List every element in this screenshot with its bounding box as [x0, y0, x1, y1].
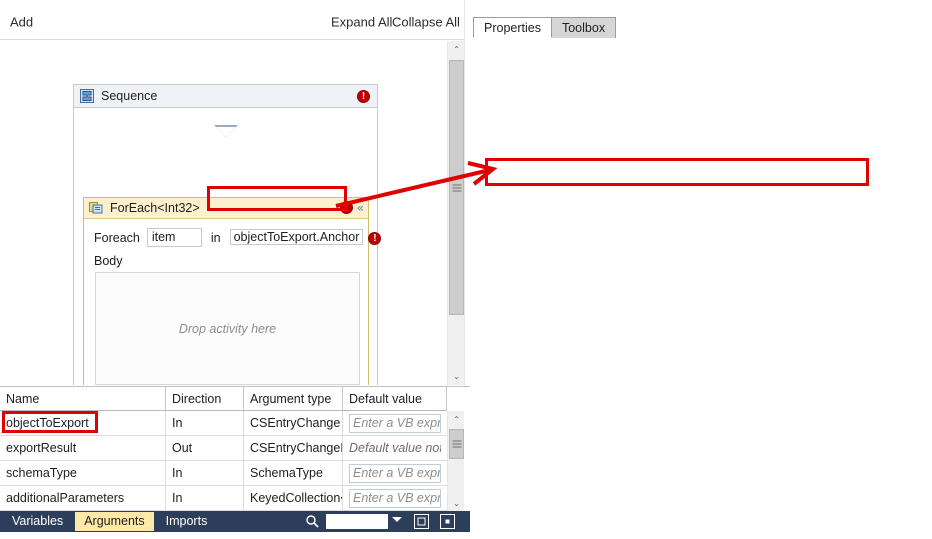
- column-header-direction[interactable]: Direction: [166, 387, 244, 410]
- body-label: Body: [94, 254, 123, 268]
- foreach-expression-wrapper: objectToExport.Anchor !: [229, 229, 382, 246]
- arguments-header-row: Name Direction Argument type Default val…: [0, 387, 447, 411]
- foreach-item-input[interactable]: item: [146, 228, 202, 247]
- arguments-vertical-scrollbar[interactable]: ⌃ ⌄: [447, 411, 465, 512]
- argument-name[interactable]: objectToExport: [0, 411, 166, 435]
- foreach-header-actions: ! «: [339, 201, 364, 214]
- foreach-expression-error-icon[interactable]: !: [368, 232, 382, 245]
- argument-default-value-cell[interactable]: Enter a VB express: [343, 411, 447, 435]
- tab-properties[interactable]: Properties: [473, 17, 552, 38]
- argument-type[interactable]: SchemaType: [244, 461, 343, 485]
- argument-name[interactable]: schemaType: [0, 461, 166, 485]
- drop-activity-hint: Drop activity here: [178, 321, 277, 336]
- argument-direction[interactable]: In: [166, 411, 244, 435]
- designer-status-bar: Variables Arguments Imports: [0, 511, 470, 532]
- table-row[interactable]: schemaType In SchemaType Enter a VB expr…: [0, 461, 447, 486]
- column-header-default-value[interactable]: Default value: [343, 387, 447, 410]
- table-row[interactable]: objectToExport In CSEntryChange Enter a …: [0, 411, 447, 436]
- argument-default-value-cell: Default value not su: [343, 436, 447, 460]
- argument-direction[interactable]: Out: [166, 436, 244, 460]
- foreach-activity[interactable]: ForEach<Int32> ! « Foreach item in objec…: [83, 197, 382, 385]
- argument-default-value-cell[interactable]: Enter a VB express: [343, 461, 447, 485]
- argument-type[interactable]: CSEntryChangeRes: [244, 436, 343, 460]
- default-value-readonly: Default value not su: [349, 441, 441, 455]
- status-tab-variables[interactable]: Variables: [3, 512, 72, 531]
- add-link[interactable]: Add: [10, 15, 33, 30]
- argument-type[interactable]: CSEntryChange: [244, 411, 343, 435]
- foreach-expression-input[interactable]: objectToExport.Anchor: [229, 229, 364, 245]
- chevron-up-icon[interactable]: «: [357, 202, 364, 214]
- sequence-header[interactable]: Sequence !: [74, 85, 377, 108]
- scroll-down-icon[interactable]: ⌄: [448, 368, 465, 385]
- argument-direction[interactable]: In: [166, 486, 244, 510]
- argument-default-value-cell[interactable]: Enter a VB express: [343, 486, 447, 510]
- status-tab-imports[interactable]: Imports: [157, 512, 217, 531]
- drop-indicator-triangle-inner: [215, 127, 236, 137]
- sequence-activity[interactable]: Sequence ! ForEach<Int32> ! « Foreach it…: [73, 84, 382, 385]
- argument-direction[interactable]: In: [166, 461, 244, 485]
- scroll-down-icon[interactable]: ⌄: [448, 495, 465, 512]
- zoom-search-input[interactable]: [326, 514, 388, 529]
- table-row[interactable]: additionalParameters In KeyedCollection<…: [0, 486, 447, 511]
- default-value-input[interactable]: Enter a VB express: [349, 413, 441, 433]
- scroll-up-icon[interactable]: ⌃: [448, 411, 465, 428]
- argument-name[interactable]: exportResult: [0, 436, 166, 460]
- workflow-designer-pane: Add Expand All Collapse All Sequence ! F…: [0, 0, 470, 385]
- properties-pane: Properties Toolbox System.Activities.Sta…: [470, 0, 932, 539]
- status-tab-arguments[interactable]: Arguments: [75, 512, 154, 531]
- foreach-in-label: in: [210, 230, 221, 245]
- scrollbar-thumb[interactable]: [449, 429, 464, 459]
- tab-toolbox[interactable]: Toolbox: [550, 17, 617, 38]
- foreach-error-icon[interactable]: !: [339, 201, 353, 214]
- fit-to-screen-icon[interactable]: [414, 514, 429, 529]
- default-value-input[interactable]: Enter a VB express: [349, 488, 441, 508]
- table-row[interactable]: exportResult Out CSEntryChangeRes Defaul…: [0, 436, 447, 461]
- foreach-label: Foreach: [94, 230, 140, 245]
- scroll-up-icon[interactable]: ⌃: [448, 41, 465, 58]
- body-drop-zone[interactable]: Drop activity here: [95, 272, 360, 385]
- sequence-icon: [80, 89, 94, 103]
- sequence-title: Sequence: [101, 89, 158, 103]
- collapse-all-link[interactable]: Collapse All: [392, 15, 460, 30]
- scrollbar-grip-icon: [452, 184, 461, 191]
- properties-tab-strip: Properties Toolbox: [473, 17, 617, 38]
- expand-all-link[interactable]: Expand All: [331, 15, 392, 30]
- argument-type[interactable]: KeyedCollection<S: [244, 486, 343, 510]
- foreach-title: ForEach<Int32>: [110, 201, 200, 215]
- designer-toolbar: Add Expand All Collapse All: [0, 0, 470, 40]
- restore-icon[interactable]: [440, 514, 455, 529]
- search-icon[interactable]: [305, 514, 319, 528]
- arguments-pane: Name Direction Argument type Default val…: [0, 386, 470, 512]
- scrollbar-thumb[interactable]: [449, 60, 464, 315]
- foreach-expression-row: Foreach item in objectToExport.Anchor !: [94, 228, 382, 247]
- sequence-error-icon[interactable]: !: [357, 90, 370, 103]
- foreach-header[interactable]: ForEach<Int32> ! «: [84, 198, 368, 219]
- default-value-input[interactable]: Enter a VB express: [349, 463, 441, 483]
- status-bar-filler: [0, 532, 470, 539]
- designer-canvas[interactable]: Sequence ! ForEach<Int32> ! « Foreach it…: [0, 41, 447, 385]
- scrollbar-grip-icon: [452, 440, 461, 448]
- column-header-name[interactable]: Name: [0, 387, 166, 410]
- arguments-grid[interactable]: Name Direction Argument type Default val…: [0, 387, 447, 512]
- designer-vertical-scrollbar[interactable]: ⌃ ⌄: [447, 41, 465, 385]
- chevron-down-icon[interactable]: [392, 517, 402, 522]
- column-header-argument-type[interactable]: Argument type: [244, 387, 343, 410]
- argument-name[interactable]: additionalParameters: [0, 486, 166, 510]
- foreach-icon: [89, 201, 103, 215]
